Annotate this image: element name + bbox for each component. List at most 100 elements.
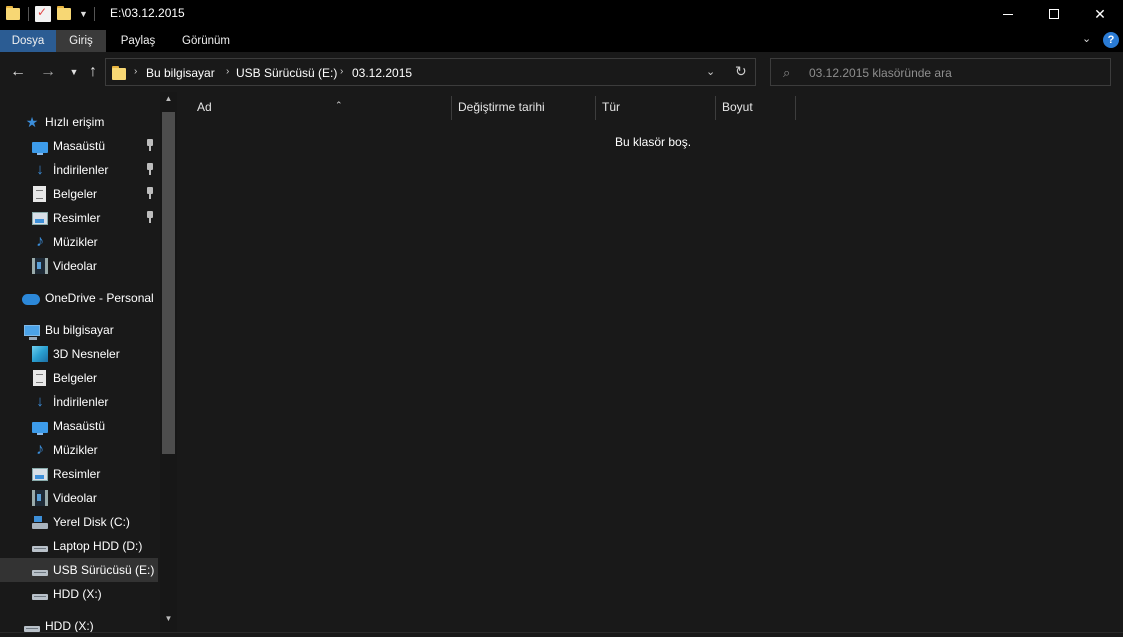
nav-item-label: Laptop HDD (D:)	[53, 539, 143, 553]
arrow-up-icon: ↑	[89, 63, 97, 80]
nav-item-label: HDD (X:)	[53, 587, 102, 601]
nav-item-label: OneDrive - Personal	[45, 291, 154, 305]
back-button[interactable]: ←	[8, 62, 28, 82]
folder-icon[interactable]	[6, 6, 22, 22]
nav-item-pictures[interactable]: Resimler	[0, 462, 158, 486]
nav-item-desktop[interactable]: Masaüstü	[0, 414, 158, 438]
forward-button[interactable]: →	[38, 62, 58, 82]
pin-icon	[144, 139, 156, 153]
onedrive-icon	[22, 294, 40, 305]
folder-icon	[112, 66, 128, 80]
nav-item-videos[interactable]: Videolar	[0, 486, 158, 510]
chevron-down-icon: ▼	[69, 67, 79, 77]
breadcrumb-current-folder[interactable]: 03.12.2015	[352, 66, 412, 80]
nav-item-label: İndirilenler	[53, 395, 109, 409]
nav-pane-scrollbar[interactable]: ▲ ▼	[160, 92, 177, 632]
breadcrumb-separator-icon[interactable]: ›	[340, 66, 343, 77]
nav-item-music[interactable]: ♪ Müzikler	[0, 438, 158, 462]
address-bar[interactable]: › Bu bilgisayar › USB Sürücüsü (E:) › 03…	[105, 58, 756, 86]
nav-item-quick-access[interactable]: ★ Hızlı erişim	[0, 110, 158, 134]
column-divider[interactable]	[451, 96, 452, 120]
star-icon: ★	[25, 114, 39, 130]
file-list[interactable]: Ad ⌃ Değiştirme tarihi Tür Boyut Bu klas…	[178, 92, 1123, 632]
new-folder-icon[interactable]	[57, 6, 73, 22]
desktop-icon	[32, 141, 48, 155]
drive-icon	[32, 594, 48, 600]
column-divider[interactable]	[715, 96, 716, 120]
nav-item-label: Resimler	[53, 211, 101, 225]
address-history-chevron-icon[interactable]: ⌄	[706, 65, 715, 78]
nav-item-hdd-x[interactable]: HDD (X:)	[0, 582, 158, 606]
nav-item-onedrive[interactable]: OneDrive - Personal	[0, 286, 158, 310]
drive-icon	[32, 570, 48, 576]
breadcrumb-usb-drive[interactable]: USB Sürücüsü (E:)	[236, 66, 337, 80]
nav-item-downloads[interactable]: ↓ İndirilenler	[0, 390, 158, 414]
search-input[interactable]	[809, 64, 1099, 82]
nav-item-this-pc[interactable]: Bu bilgisayar	[0, 318, 158, 342]
pictures-icon	[32, 211, 48, 225]
videos-icon	[32, 490, 48, 506]
pictures-icon	[32, 467, 48, 481]
nav-item-desktop-pinned[interactable]: Masaüstü	[0, 134, 158, 158]
nav-item-label: Hızlı erişim	[45, 115, 105, 129]
quick-access-toolbar: ▼	[6, 4, 101, 24]
help-icon[interactable]: ?	[1103, 32, 1119, 48]
nav-item-videos[interactable]: Videolar	[0, 254, 158, 278]
search-box[interactable]: ⌕	[770, 58, 1111, 86]
nav-item-usb-drive-e[interactable]: USB Sürücüsü (E:)	[0, 558, 158, 582]
nav-item-label: Videolar	[53, 259, 97, 273]
pin-icon	[144, 211, 156, 225]
tab-share[interactable]: Paylaş	[110, 30, 166, 52]
nav-item-music[interactable]: ♪ Müzikler	[0, 230, 158, 254]
tab-home[interactable]: Giriş	[56, 30, 106, 52]
nav-item-label: İndirilenler	[53, 163, 109, 177]
refresh-icon[interactable]: ↻	[735, 63, 747, 80]
nav-item-3d-objects[interactable]: 3D Nesneler	[0, 342, 158, 366]
nav-item-label: Masaüstü	[53, 139, 106, 153]
nav-item-downloads-pinned[interactable]: ↓ İndirilenler	[0, 158, 158, 182]
properties-icon[interactable]	[35, 5, 51, 22]
nav-item-pictures-pinned[interactable]: Resimler	[0, 206, 158, 230]
documents-icon	[33, 370, 46, 386]
minimize-icon	[1003, 13, 1013, 15]
customize-toolbar-chevron-icon[interactable]: ▼	[79, 9, 88, 19]
scroll-down-icon[interactable]: ▼	[160, 614, 177, 628]
toolbar-divider	[28, 7, 29, 21]
nav-item-local-disk-c[interactable]: Yerel Disk (C:)	[0, 510, 158, 534]
up-button[interactable]: ↑	[83, 62, 103, 82]
nav-item-label: Videolar	[53, 491, 97, 505]
nav-item-label: Belgeler	[53, 371, 98, 385]
minimize-button[interactable]	[985, 0, 1031, 28]
nav-item-documents-pinned[interactable]: Belgeler	[0, 182, 158, 206]
navigation-pane: ★ Hızlı erişim Masaüstü ↓ İndirilenler B…	[0, 92, 178, 637]
breadcrumb-separator-icon[interactable]: ›	[134, 66, 137, 77]
column-divider[interactable]	[595, 96, 596, 120]
tab-view[interactable]: Görünüm	[172, 30, 240, 52]
downloads-icon: ↓	[36, 393, 44, 410]
system-drive-icon	[32, 516, 48, 529]
maximize-button[interactable]	[1031, 0, 1077, 28]
ribbon-tabs: Dosya Giriş Paylaş Görünüm ⌄ ?	[0, 28, 1123, 52]
pin-icon	[144, 187, 156, 201]
scrollbar-thumb[interactable]	[162, 112, 175, 454]
recent-locations-button[interactable]: ▼	[64, 62, 84, 82]
column-divider[interactable]	[795, 96, 796, 120]
scroll-up-icon[interactable]: ▲	[160, 94, 177, 108]
expand-ribbon-chevron-icon[interactable]: ⌄	[1082, 32, 1091, 45]
close-icon: ✕	[1094, 5, 1106, 22]
nav-item-laptop-hdd-d[interactable]: Laptop HDD (D:)	[0, 534, 158, 558]
pin-icon	[144, 163, 156, 177]
breadcrumb-separator-icon[interactable]: ›	[226, 66, 229, 77]
nav-item-label: HDD (X:)	[45, 619, 94, 633]
nav-item-label: 3D Nesneler	[53, 347, 120, 361]
nav-item-documents[interactable]: Belgeler	[0, 366, 158, 390]
music-icon: ♪	[36, 441, 44, 458]
breadcrumb-this-pc[interactable]: Bu bilgisayar	[146, 66, 215, 80]
column-header-size[interactable]: Boyut	[722, 96, 795, 118]
nav-item-label: Müzikler	[53, 235, 98, 249]
column-header-type[interactable]: Tür	[602, 96, 715, 118]
tab-file[interactable]: Dosya	[0, 30, 56, 52]
column-header-name[interactable]: Ad ⌃	[197, 96, 451, 118]
column-header-date-modified[interactable]: Değiştirme tarihi	[458, 96, 595, 118]
close-button[interactable]: ✕	[1077, 0, 1123, 28]
